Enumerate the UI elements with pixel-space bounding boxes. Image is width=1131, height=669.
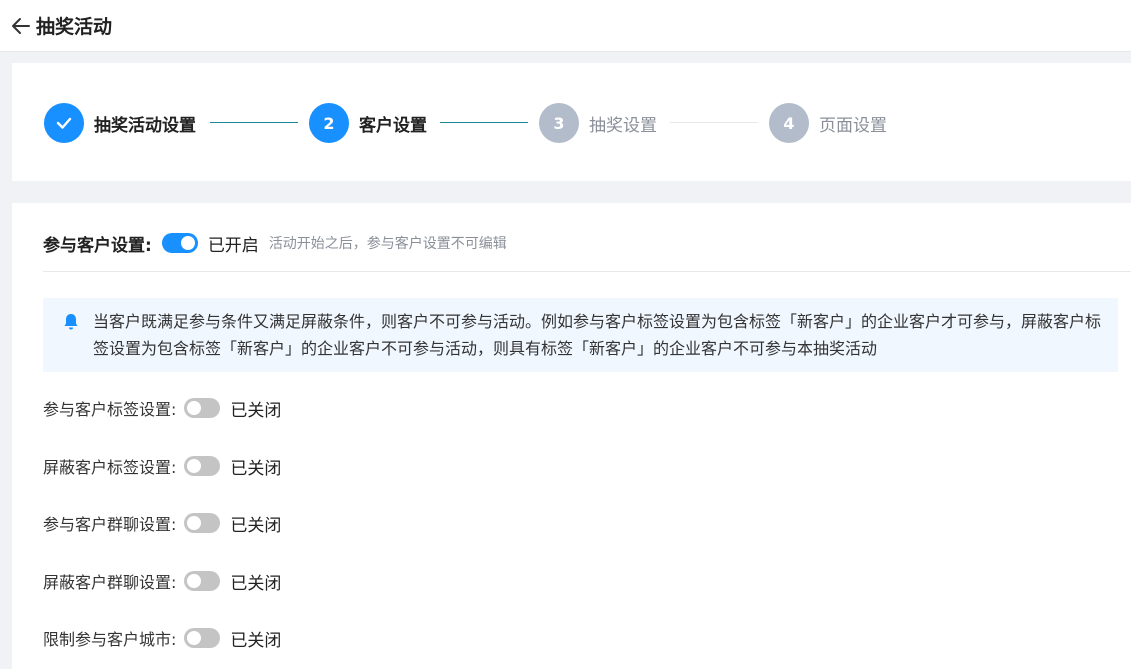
- steps-card: 抽奖活动设置 2 客户设置 3 抽奖设置 4 页面设置: [12, 63, 1131, 181]
- step-number-circle: 4: [769, 103, 809, 143]
- city-limit-toggle[interactable]: [184, 628, 221, 648]
- toggle-status: 已关闭: [230, 573, 282, 594]
- notice-box: 当客户既满足参与条件又满足屏蔽条件，则客户不可参与活动。例如参与客户标签设置为包…: [43, 298, 1118, 372]
- step-number-circle: 3: [539, 103, 579, 143]
- setting-label: 参与客户标签设置:: [43, 400, 177, 419]
- step-number-circle: 2: [309, 103, 349, 143]
- toggle-knob: [187, 516, 202, 530]
- bell-icon: [64, 314, 78, 330]
- setting-city-limit: 限制参与客户城市: 已关闭: [43, 627, 282, 651]
- toggle-knob: [187, 459, 202, 473]
- toggle-knob: [187, 631, 202, 645]
- participant-settings-row: 参与客户设置: 已开启 活动开始之后，参与客户设置不可编辑: [43, 231, 507, 256]
- step-page-settings[interactable]: 4 页面设置: [769, 103, 887, 143]
- step-connector: [440, 122, 528, 123]
- toggle-status: 已关闭: [230, 400, 282, 421]
- setting-blocked-tags: 屏蔽客户标签设置: 已关闭: [43, 455, 282, 479]
- customer-settings-card: 参与客户设置: 已开启 活动开始之后，参与客户设置不可编辑 当客户既满足参与条件…: [12, 203, 1131, 669]
- step-connector: [210, 122, 298, 123]
- setting-blocked-groups: 屏蔽客户群聊设置: 已关闭: [43, 570, 282, 594]
- step-activity-settings[interactable]: 抽奖活动设置: [44, 103, 196, 143]
- check-icon: [56, 117, 72, 129]
- toggle-knob: [187, 574, 202, 588]
- setting-label: 参与客户群聊设置:: [43, 515, 177, 534]
- divider: [43, 271, 1131, 272]
- setting-participant-tags: 参与客户标签设置: 已关闭: [43, 397, 282, 421]
- step-connector: [670, 122, 758, 123]
- setting-label: 限制参与客户城市:: [43, 630, 177, 649]
- toggle-status: 已开启: [207, 235, 259, 256]
- blocked-tags-toggle[interactable]: [184, 456, 221, 476]
- step-label: 抽奖设置: [589, 115, 657, 136]
- step-label: 页面设置: [819, 115, 887, 136]
- setting-label: 屏蔽客户群聊设置:: [43, 573, 177, 592]
- setting-participant-groups: 参与客户群聊设置: 已关闭: [43, 512, 282, 536]
- step-lottery-settings[interactable]: 3 抽奖设置: [539, 103, 657, 143]
- toggle-knob: [187, 401, 202, 415]
- setting-label: 屏蔽客户标签设置:: [43, 458, 177, 477]
- toggle-knob: [180, 236, 195, 250]
- step-customer-settings[interactable]: 2 客户设置: [309, 103, 427, 143]
- toggle-status: 已关闭: [230, 458, 282, 479]
- toggle-status: 已关闭: [230, 630, 282, 651]
- step-label: 抽奖活动设置: [94, 115, 196, 136]
- hint-text: 活动开始之后，参与客户设置不可编辑: [268, 236, 507, 252]
- step-check-circle: [44, 103, 84, 143]
- page-title: 抽奖活动: [36, 16, 113, 38]
- toggle-status: 已关闭: [230, 515, 282, 536]
- blocked-groups-toggle[interactable]: [184, 571, 221, 591]
- participant-toggle[interactable]: [161, 233, 198, 253]
- step-label: 客户设置: [359, 115, 427, 136]
- participant-tags-toggle[interactable]: [184, 398, 221, 418]
- back-arrow-icon[interactable]: [10, 15, 32, 37]
- page-header: 抽奖活动: [0, 0, 1131, 52]
- section-title: 参与客户设置:: [43, 235, 152, 256]
- participant-groups-toggle[interactable]: [184, 513, 221, 533]
- notice-text: 当客户既满足参与条件又满足屏蔽条件，则客户不可参与活动。例如参与客户标签设置为包…: [93, 312, 1102, 358]
